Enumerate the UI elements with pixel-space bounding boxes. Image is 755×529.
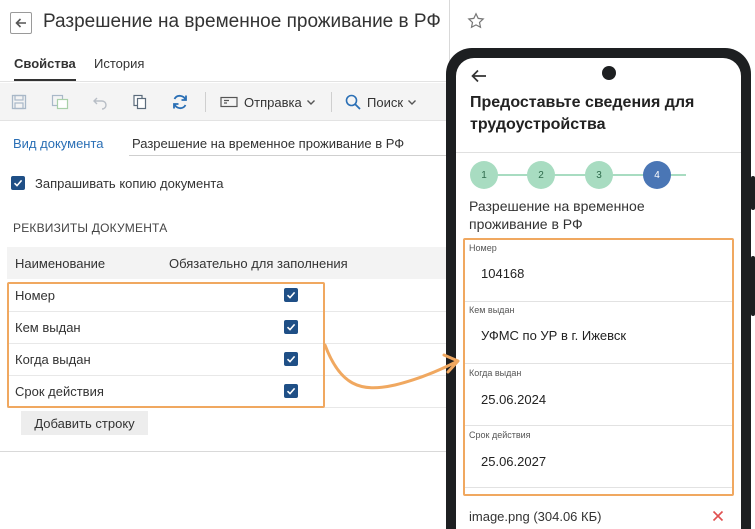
connector-arrow xyxy=(323,343,460,390)
